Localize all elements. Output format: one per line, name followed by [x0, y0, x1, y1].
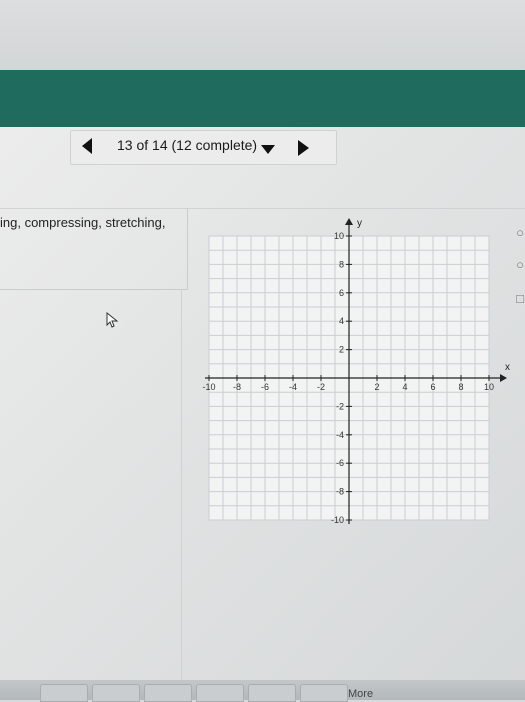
toolbar-tab[interactable] [300, 684, 348, 702]
clear-icon[interactable]: □ [513, 292, 525, 306]
x-tick-label: -10 [202, 382, 215, 392]
x-tick-label: -6 [261, 382, 269, 392]
y-axis-arrow-icon [345, 218, 353, 225]
y-tick-label: -4 [336, 430, 344, 440]
toolbar-tab[interactable] [248, 684, 296, 702]
coordinate-graph[interactable]: x y -10 -8 -6 -4 -2 2 4 6 8 10 10 8 6 4 2 -2 -4 -6 -8 -10 [195, 218, 520, 528]
y-tick-label: 10 [334, 231, 344, 241]
y-axis-label: y [357, 218, 362, 229]
y-tick-label: 2 [339, 345, 344, 355]
triangle-left-icon[interactable] [82, 138, 92, 154]
mouse-cursor-icon [106, 312, 119, 328]
x-tick-label: -4 [289, 382, 297, 392]
circle-tool-icon[interactable]: ○ [513, 226, 525, 240]
x-axis-label: x [505, 362, 510, 373]
x-tick-label: 10 [484, 382, 494, 392]
y-tick-label: -8 [336, 487, 344, 497]
y-tick-label: -10 [331, 515, 344, 525]
x-tick-label: 2 [374, 382, 379, 392]
x-tick-label: 6 [430, 382, 435, 392]
x-tick-label: 8 [458, 382, 463, 392]
y-tick-label: 6 [339, 288, 344, 298]
triangle-down-icon[interactable] [261, 145, 275, 154]
question-progress-label: 13 of 14 (12 complete) [117, 137, 258, 153]
x-tick-label: -2 [317, 382, 325, 392]
y-tick-label: 8 [339, 259, 344, 269]
y-tick-label: -2 [336, 401, 344, 411]
triangle-right-icon[interactable] [298, 140, 309, 156]
x-tick-label: -8 [233, 382, 241, 392]
question-instruction: ing, compressing, stretching, [0, 215, 166, 230]
more-button[interactable]: More [348, 688, 373, 700]
toolbar-tab[interactable] [144, 684, 192, 702]
panel-divider [181, 289, 182, 689]
header-bar [0, 70, 525, 127]
y-tick-label: -6 [336, 458, 344, 468]
top-strip [0, 0, 525, 70]
x-tick-label: 4 [402, 382, 407, 392]
toolbar-tab[interactable] [92, 684, 140, 702]
toolbar-tab[interactable] [40, 684, 88, 702]
y-tick-label: 4 [339, 316, 344, 326]
toolbar-tab[interactable] [196, 684, 244, 702]
x-axis-arrow-icon [500, 374, 507, 382]
circle-tool-icon[interactable]: ○ [513, 258, 525, 272]
